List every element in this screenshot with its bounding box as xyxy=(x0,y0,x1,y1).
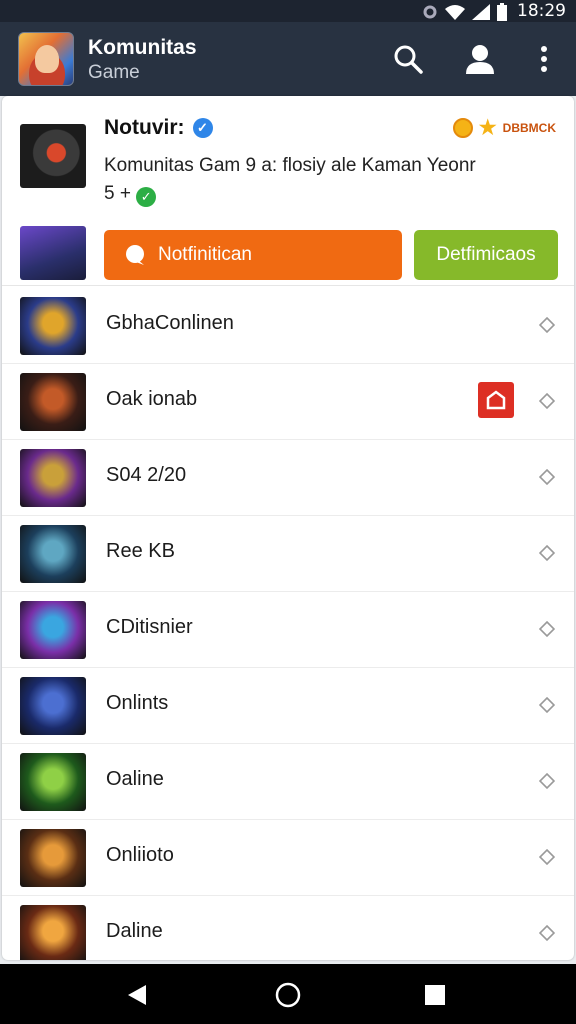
diamond-chevron-icon[interactable] xyxy=(538,772,556,790)
list-item-label: Onliioto xyxy=(106,844,174,866)
community-header: Notuvir: ✓ ★ DBBMCK Komunitas Gam 9 a: f… xyxy=(2,96,574,218)
list-item-label: Oak ionab xyxy=(106,388,198,410)
reward-badge[interactable]: ★ DBBMCK xyxy=(452,117,556,139)
verified-icon: ✓ xyxy=(192,118,213,138)
list-item[interactable]: Onliioto xyxy=(2,820,574,896)
notification-button-label: Notfinitican xyxy=(158,244,252,265)
game-thumbnail xyxy=(20,829,86,887)
status-icons xyxy=(422,3,508,21)
diamond-chevron-icon[interactable] xyxy=(538,468,556,486)
definitions-button-label: Detfimicaos xyxy=(436,244,536,265)
game-thumbnail xyxy=(20,601,86,659)
chat-bubble-icon xyxy=(126,245,144,265)
list-item[interactable]: S04 2/20 xyxy=(2,440,574,516)
search-button[interactable] xyxy=(390,41,426,77)
list-item-label: CDitisnier xyxy=(106,616,193,638)
header-description: Komunitas Gam 9 a: flosiy ale Kaman Yeon… xyxy=(104,152,544,208)
recents-square-icon xyxy=(425,985,445,1005)
user-icon xyxy=(466,45,494,74)
wifi-icon xyxy=(445,5,465,20)
game-thumbnail xyxy=(20,449,86,507)
star-icon: ★ xyxy=(478,117,497,139)
app-title: Komunitas xyxy=(88,36,197,59)
battery-icon xyxy=(497,3,507,21)
game-thumbnail xyxy=(20,905,86,960)
app-bar: Komunitas Game xyxy=(0,22,576,96)
reward-badge-label: DBBMCK xyxy=(502,121,556,135)
status-bar: 18:29 xyxy=(0,0,576,22)
list-item[interactable]: GbhaConlinen xyxy=(2,288,574,364)
list-item[interactable]: Ree KB xyxy=(2,516,574,592)
overflow-menu-button[interactable] xyxy=(526,41,562,77)
list-item-label: S04 2/20 xyxy=(106,464,187,486)
game-thumbnail xyxy=(20,373,86,431)
app-subtitle: Game xyxy=(88,62,140,83)
diamond-chevron-icon[interactable] xyxy=(538,696,556,714)
signal-icon xyxy=(472,4,490,20)
diamond-chevron-icon[interactable] xyxy=(538,848,556,866)
header-description-suffix: 5 + xyxy=(104,183,131,204)
coin-icon xyxy=(452,118,473,138)
action-thumbnail[interactable] xyxy=(20,226,86,280)
diamond-chevron-icon[interactable] xyxy=(538,924,556,942)
back-button[interactable] xyxy=(122,980,152,1010)
list-item-label: GbhaConlinen xyxy=(106,312,234,334)
system-nav-bar xyxy=(0,964,576,1024)
diamond-chevron-icon[interactable] xyxy=(538,544,556,562)
header-title-text: Notuvir: xyxy=(104,116,185,139)
definitions-button[interactable]: Detfimicaos xyxy=(414,230,558,280)
header-title: Notuvir: ✓ xyxy=(104,116,213,140)
game-thumbnail xyxy=(20,753,86,811)
list-item-label: Daline xyxy=(106,920,163,942)
list-item-label: Ree KB xyxy=(106,540,175,562)
home-circle-icon xyxy=(275,982,301,1008)
back-triangle-icon xyxy=(128,985,146,1005)
list-item[interactable]: Oaline xyxy=(2,744,574,820)
diamond-chevron-icon[interactable] xyxy=(538,316,556,334)
game-thumbnail xyxy=(20,677,86,735)
community-card: Notuvir: ✓ ★ DBBMCK Komunitas Gam 9 a: f… xyxy=(2,96,574,960)
list-item[interactable]: Daline xyxy=(2,896,574,960)
list-item-label: Oaline xyxy=(106,768,164,790)
home-badge-icon[interactable] xyxy=(478,382,514,418)
action-row: Notfinitican Detfimicaos xyxy=(2,222,574,286)
settings-icon xyxy=(423,5,437,19)
header-thumbnail[interactable] xyxy=(20,124,86,188)
game-thumbnail xyxy=(20,525,86,583)
clock: 18:29 xyxy=(517,1,566,21)
more-vert-icon xyxy=(541,46,547,72)
notification-button[interactable]: Notfinitican xyxy=(104,230,402,280)
header-description-text: Komunitas Gam 9 a: flosiy ale Kaman Yeon… xyxy=(104,155,476,176)
diamond-chevron-icon[interactable] xyxy=(538,620,556,638)
search-icon xyxy=(394,45,423,74)
list-item-label: Onlints xyxy=(106,692,169,714)
diamond-chevron-icon[interactable] xyxy=(538,392,556,410)
list-item[interactable]: CDitisnier xyxy=(2,592,574,668)
list-item[interactable]: Oak ionab xyxy=(2,364,574,440)
list-item[interactable]: Onlints xyxy=(2,668,574,744)
check-icon: ✓ xyxy=(136,187,157,207)
community-avatar[interactable] xyxy=(18,32,74,86)
home-button[interactable] xyxy=(273,980,303,1010)
game-thumbnail xyxy=(20,297,86,355)
profile-button[interactable] xyxy=(462,41,498,77)
recents-button[interactable] xyxy=(420,980,450,1010)
